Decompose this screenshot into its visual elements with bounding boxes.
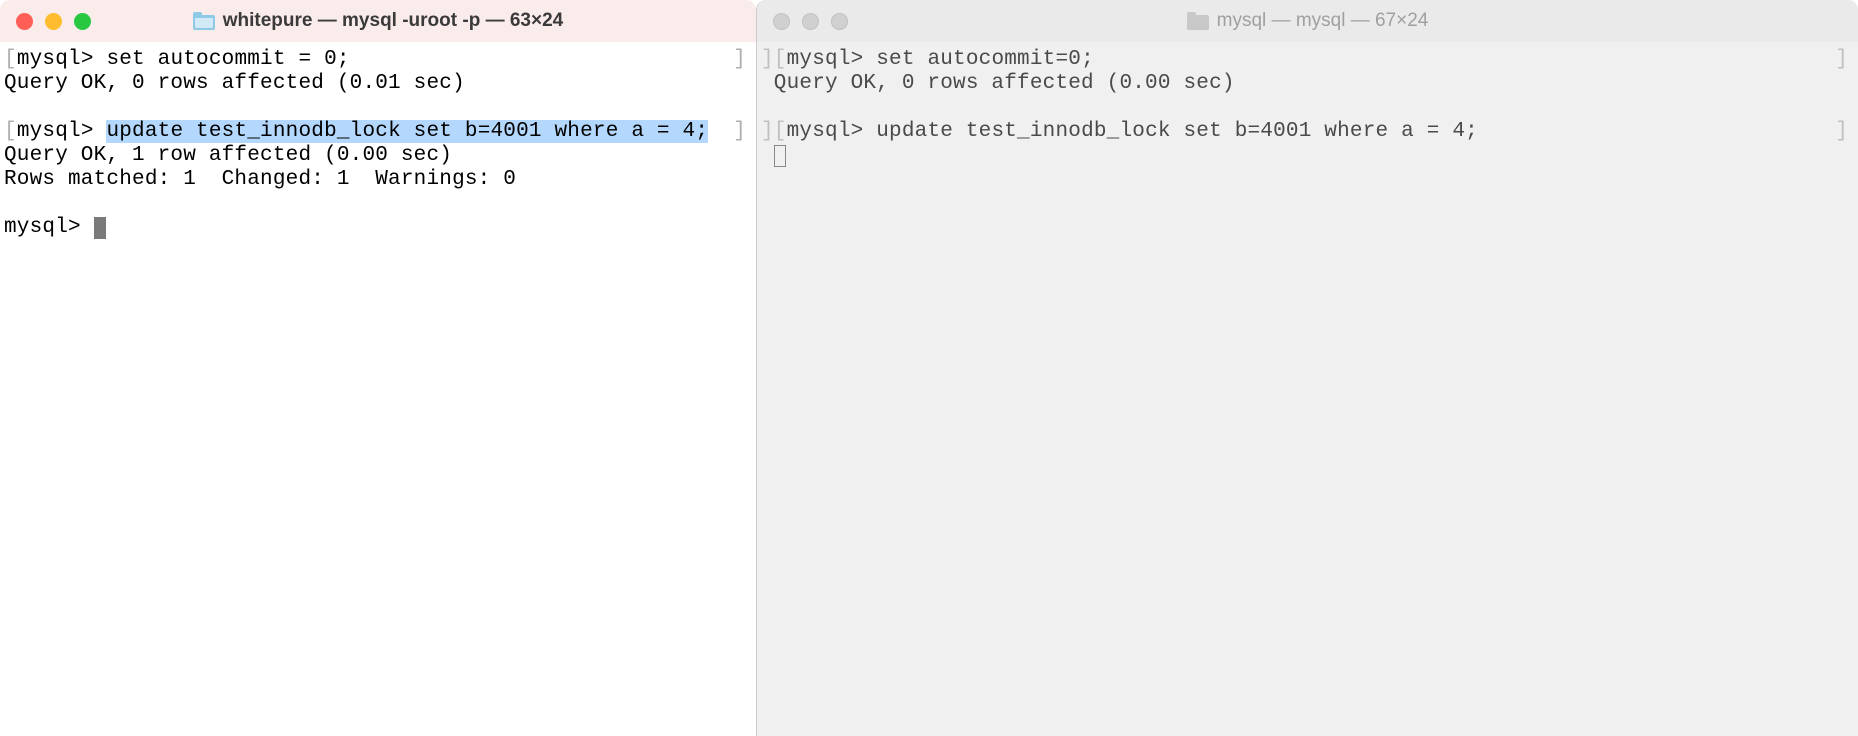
title-text-left: whitepure — mysql -uroot -p — 63×24 — [223, 10, 563, 32]
output-text: Query OK, 0 rows affected (0.00 sec) — [761, 72, 1235, 95]
bracket-close: ] — [1835, 120, 1848, 144]
terminal-line: Rows matched: 1 Changed: 1 Warnings: 0 — [4, 168, 752, 192]
traffic-lights-left — [16, 13, 91, 30]
output-text: Query OK, 1 row affected (0.00 sec) — [4, 144, 452, 167]
terminal-line: Query OK, 0 rows affected (0.01 sec) — [4, 72, 752, 96]
bracket-open: [ — [4, 120, 17, 143]
bracket-open: ][ — [761, 120, 787, 143]
traffic-lights-right — [773, 13, 848, 30]
titlebar-left[interactable]: whitepure — mysql -uroot -p — 63×24 — [0, 0, 756, 42]
prompt: mysql> — [4, 216, 94, 239]
window-title-right: mysql — mysql — 67×24 — [773, 10, 1842, 32]
blank-line — [4, 96, 752, 120]
terminal-line: [mysql> update test_innodb_lock set b=40… — [4, 120, 752, 144]
prompt: mysql> — [17, 48, 107, 71]
folder-icon — [193, 12, 215, 30]
blank-line — [761, 96, 1854, 120]
output-text: Query OK, 0 rows affected (0.01 sec) — [4, 72, 465, 95]
bracket-close: ] — [1835, 48, 1848, 72]
cursor — [94, 217, 106, 239]
highlighted-command: update test_innodb_lock set b=4001 where… — [106, 120, 708, 143]
terminal-line: Query OK, 1 row affected (0.00 sec) — [4, 144, 752, 168]
output-text: Rows matched: 1 Changed: 1 Warnings: 0 — [4, 168, 516, 191]
prompt: mysql> — [787, 48, 877, 71]
terminal-line: [mysql> set autocommit = 0;] — [4, 48, 752, 72]
folder-icon — [1187, 12, 1209, 30]
blank-line — [4, 192, 752, 216]
terminal-body-right[interactable]: ][mysql> set autocommit=0;] Query OK, 0 … — [757, 42, 1858, 736]
prompt: mysql> — [787, 120, 877, 143]
title-text-right: mysql — mysql — 67×24 — [1217, 10, 1429, 32]
terminal-line: ][mysql> set autocommit=0;] — [761, 48, 1854, 72]
terminal-line — [761, 144, 1854, 168]
maximize-button[interactable] — [74, 13, 91, 30]
close-button[interactable] — [773, 13, 790, 30]
terminal-line: Query OK, 0 rows affected (0.00 sec) — [761, 72, 1854, 96]
bracket-close: ] — [733, 48, 746, 72]
command-text: set autocommit = 0; — [106, 48, 349, 71]
close-button[interactable] — [16, 13, 33, 30]
terminal-body-left[interactable]: [mysql> set autocommit = 0;] Query OK, 0… — [0, 42, 756, 736]
bracket-open: [ — [4, 48, 17, 71]
maximize-button[interactable] — [831, 13, 848, 30]
minimize-button[interactable] — [802, 13, 819, 30]
terminal-window-right[interactable]: mysql — mysql — 67×24 ][mysql> set autoc… — [756, 0, 1858, 736]
titlebar-right[interactable]: mysql — mysql — 67×24 — [757, 0, 1858, 42]
terminal-window-left[interactable]: whitepure — mysql -uroot -p — 63×24 [mys… — [0, 0, 756, 736]
bracket-open: ][ — [761, 48, 787, 71]
command-text: update test_innodb_lock set b=4001 where… — [876, 120, 1478, 143]
window-title-left: whitepure — mysql -uroot -p — 63×24 — [16, 10, 740, 32]
minimize-button[interactable] — [45, 13, 62, 30]
bracket-close: ] — [733, 120, 746, 144]
cursor-outline — [774, 145, 786, 167]
terminal-line: mysql> — [4, 216, 752, 240]
prompt: mysql> — [17, 120, 107, 143]
command-text: set autocommit=0; — [876, 48, 1094, 71]
terminal-line: ][mysql> update test_innodb_lock set b=4… — [761, 120, 1854, 144]
